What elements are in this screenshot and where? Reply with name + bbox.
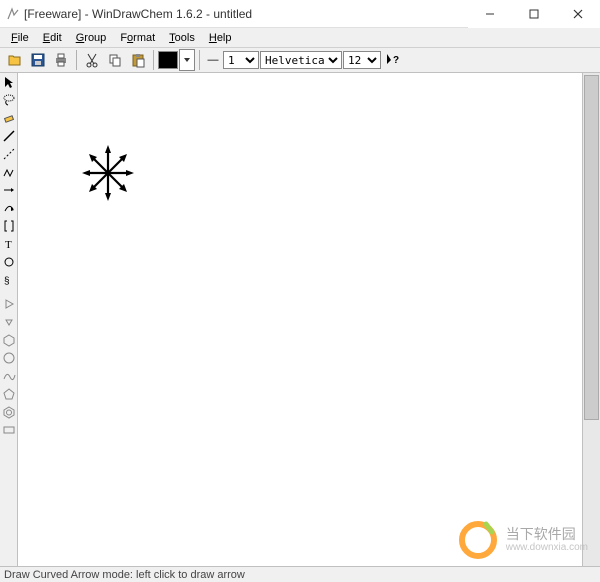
workarea: T§ (0, 73, 600, 566)
menu-format[interactable]: Format (113, 30, 162, 46)
canvas[interactable] (18, 73, 582, 566)
arrow-tool[interactable] (0, 181, 18, 199)
cut-button[interactable] (81, 49, 103, 71)
scrollbar-thumb[interactable] (584, 75, 599, 420)
minimize-button[interactable] (468, 0, 512, 28)
copy-button[interactable] (104, 49, 126, 71)
line-width-select[interactable]: 1 (223, 51, 259, 69)
down-tool[interactable] (0, 313, 18, 331)
menu-group[interactable]: Group (69, 30, 114, 46)
font-size-select[interactable]: 12 (343, 51, 381, 69)
line-tool[interactable] (0, 127, 18, 145)
save-button[interactable] (27, 49, 49, 71)
menu-file[interactable]: FFileile (4, 30, 36, 46)
paste-button[interactable] (127, 49, 149, 71)
window-title: [Freeware] - WinDrawChem 1.6.2 - untitle… (24, 7, 468, 21)
toolbar-separator (199, 50, 200, 70)
toolbar-separator (153, 50, 154, 70)
pointer-tool[interactable] (0, 73, 18, 91)
bracket-tool[interactable] (0, 217, 18, 235)
menu-tools[interactable]: Tools (162, 30, 202, 46)
color-picker[interactable] (158, 51, 178, 69)
svg-text:?: ? (393, 55, 399, 66)
svg-text:§: § (4, 276, 10, 287)
font-select[interactable]: Helvetica (260, 51, 342, 69)
drawn-symbol (78, 143, 138, 203)
benzene-tool[interactable] (0, 403, 18, 421)
label-tool[interactable] (0, 421, 18, 439)
left-toolbox: T§ (0, 73, 18, 566)
open-button[interactable] (4, 49, 26, 71)
maximize-button[interactable] (512, 0, 556, 28)
vertical-scrollbar[interactable] (582, 73, 600, 566)
titlebar: [Freeware] - WinDrawChem 1.6.2 - untitle… (0, 0, 600, 28)
menubar: FFileile Edit Group Format Tools Help (0, 28, 600, 48)
statusbar: Draw Curved Arrow mode: left click to dr… (0, 566, 600, 582)
toolbar: — 1 Helvetica 12 ? (0, 48, 600, 73)
status-text: Draw Curved Arrow mode: left click to dr… (4, 569, 245, 581)
dashed-line-tool[interactable] (0, 145, 18, 163)
menu-edit[interactable]: Edit (36, 30, 69, 46)
ring-tool[interactable] (0, 253, 18, 271)
chain-tool[interactable] (0, 163, 18, 181)
line-preview-icon: — (204, 54, 222, 66)
app-icon (6, 7, 20, 21)
print-button[interactable] (50, 49, 72, 71)
toolbar-separator (76, 50, 77, 70)
text-tool[interactable]: T (0, 235, 18, 253)
eraser-tool[interactable] (0, 109, 18, 127)
lasso-tool[interactable] (0, 91, 18, 109)
curved-arrow-tool[interactable] (0, 199, 18, 217)
hexagon-tool[interactable] (0, 331, 18, 349)
spline-tool[interactable] (0, 367, 18, 385)
svg-text:T: T (5, 239, 12, 251)
menu-help[interactable]: Help (202, 30, 239, 46)
color-dropdown[interactable] (179, 49, 195, 71)
play-tool[interactable] (0, 295, 18, 313)
circle-tool[interactable] (0, 349, 18, 367)
whats-this-button[interactable]: ? (382, 49, 404, 71)
cyclopentane-tool[interactable] (0, 385, 18, 403)
close-button[interactable] (556, 0, 600, 28)
symbol-tool[interactable]: § (0, 271, 18, 289)
